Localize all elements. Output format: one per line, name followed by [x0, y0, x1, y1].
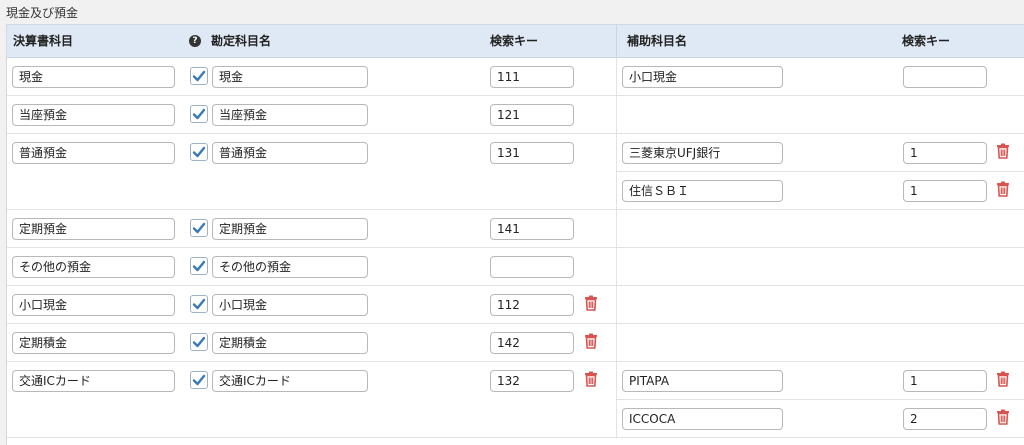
table-row: 小口現金 小口現金 112 [7, 286, 1024, 324]
table-row: 交通ICカード 交通ICカード 132 PITAPA 1 ICCOCA 2 [7, 362, 1024, 438]
account-field[interactable]: 現金 [12, 66, 175, 88]
table-row: 普通預金 普通預金 131 三菱東京UFJ銀行 1 住信ＳＢＩ 1 [7, 134, 1024, 210]
table-row: 定期積金 定期積金 142 [7, 324, 1024, 362]
search-key-field[interactable]: 112 [490, 294, 574, 316]
trash-icon[interactable] [996, 143, 1010, 159]
table-row: 当座預金 当座預金 121 [7, 96, 1024, 134]
table-row: その他の預金 その他の預金 [7, 248, 1024, 286]
account-field[interactable]: 普通預金 [12, 142, 175, 164]
account-field[interactable]: 当座預金 [12, 104, 175, 126]
sub-account-name-field[interactable]: 三菱東京UFJ銀行 [622, 142, 783, 164]
account-name-field[interactable]: 小口現金 [212, 294, 368, 316]
trash-icon[interactable] [584, 333, 598, 349]
table-row: 定期預金 定期預金 141 [7, 210, 1024, 248]
accounts-table: 決算書科目 ? 勘定科目名 検索キー 補助科目名 検索キー 現金 現金 111 小口現… [6, 24, 1024, 445]
sub-account-name-field[interactable]: PITAPA [622, 370, 783, 392]
search-key-field[interactable]: 142 [490, 332, 574, 354]
page: 現金及び預金 決算書科目 ? 勘定科目名 検索キー 補助科目名 検索キー 現金現… [0, 0, 1024, 445]
account-name-field[interactable]: 普通預金 [212, 142, 368, 164]
enabled-checkbox[interactable] [190, 105, 208, 123]
sub-account-name-field[interactable]: ICCOCA [622, 408, 783, 430]
column-divider [616, 286, 617, 323]
header-account: 決算書科目 [13, 34, 74, 48]
sub-row-divider [617, 399, 1024, 400]
trash-icon[interactable] [584, 295, 598, 311]
enabled-checkbox[interactable] [190, 295, 208, 313]
account-field[interactable]: 定期預金 [12, 218, 175, 240]
enabled-checkbox[interactable] [190, 257, 208, 275]
enabled-checkbox[interactable] [190, 371, 208, 389]
account-field[interactable]: その他の預金 [12, 256, 175, 278]
header-divider [616, 25, 617, 57]
trash-icon[interactable] [996, 409, 1010, 425]
trash-icon[interactable] [996, 181, 1010, 197]
header-sub-account-name: 補助科目名 [627, 34, 688, 48]
account-name-field[interactable]: 交通ICカード [212, 370, 368, 392]
column-divider [616, 210, 617, 247]
column-divider [616, 324, 617, 361]
sub-row-divider [617, 171, 1024, 172]
enabled-checkbox[interactable] [190, 219, 208, 237]
search-key-field[interactable]: 111 [490, 66, 574, 88]
enabled-checkbox[interactable] [190, 333, 208, 351]
help-icon[interactable]: ? [189, 35, 201, 47]
column-divider [616, 96, 617, 133]
account-field[interactable]: 定期積金 [12, 332, 175, 354]
account-name-field[interactable]: 当座預金 [212, 104, 368, 126]
account-name-field[interactable]: その他の預金 [212, 256, 368, 278]
account-field[interactable]: 小口現金 [12, 294, 175, 316]
column-divider [616, 248, 617, 285]
table-row: 現金 現金 111 小口現金 [7, 58, 1024, 96]
account-name-field[interactable]: 定期預金 [212, 218, 368, 240]
search-key-field[interactable]: 132 [490, 370, 574, 392]
column-divider [616, 58, 617, 95]
sub-search-key-field[interactable]: 1 [903, 180, 987, 202]
sub-search-key-field[interactable]: 1 [903, 142, 987, 164]
search-key-field[interactable]: 121 [490, 104, 574, 126]
enabled-checkbox[interactable] [190, 67, 208, 85]
search-key-field[interactable] [490, 256, 574, 278]
account-name-field[interactable]: 定期積金 [212, 332, 368, 354]
enabled-checkbox[interactable] [190, 143, 208, 161]
sub-account-name-field[interactable]: 小口現金 [622, 66, 783, 88]
sub-account-name-field[interactable]: 住信ＳＢＩ [622, 180, 783, 202]
table-header: 決算書科目 ? 勘定科目名 検索キー 補助科目名 検索キー [7, 25, 1024, 58]
header-sub-search-key: 検索キー [902, 34, 951, 48]
header-account-name: 勘定科目名 [211, 34, 272, 48]
account-field[interactable]: 交通ICカード [12, 370, 175, 392]
header-search-key: 検索キー [490, 34, 539, 48]
sub-search-key-field[interactable]: 1 [903, 370, 987, 392]
section-title: 現金及び預金 [6, 6, 79, 20]
trash-icon[interactable] [996, 371, 1010, 387]
sub-search-key-field[interactable]: 2 [903, 408, 987, 430]
trash-icon[interactable] [584, 371, 598, 387]
account-name-field[interactable]: 現金 [212, 66, 368, 88]
sub-search-key-field[interactable] [903, 66, 987, 88]
search-key-field[interactable]: 131 [490, 142, 574, 164]
search-key-field[interactable]: 141 [490, 218, 574, 240]
